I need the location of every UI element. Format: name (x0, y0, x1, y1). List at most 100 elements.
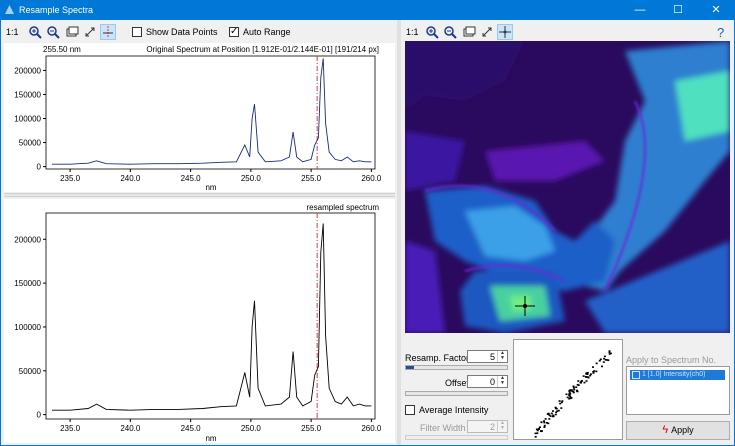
resampled-spectrum-chart[interactable]: resampled spectrum nm 235.0 240.0 245.0 250… (4, 199, 395, 443)
x-tick-label: 255.0 (301, 174, 322, 183)
scatter-point (598, 359, 601, 362)
scatter-point (583, 381, 586, 384)
fit-expand-icon[interactable] (82, 24, 98, 40)
scatter-point (595, 362, 598, 365)
show-data-points-box[interactable] (132, 27, 142, 37)
filter-width-stepper-icon[interactable]: ▲ ▼ (497, 421, 507, 432)
x-tick-label: 235.0 (60, 174, 81, 183)
resamp-factor-slider[interactable] (405, 365, 508, 370)
original-spectrum-plot[interactable]: 255.50 nm Original Spectrum at Position … (4, 43, 395, 192)
resamp-factor-spinbox[interactable]: 5 ▲ ▼ (467, 350, 508, 363)
apply-button[interactable]: ϟ Apply (626, 421, 730, 440)
scatter-point (589, 374, 592, 377)
minimize-button[interactable]: — (621, 0, 659, 20)
spectrum-item-label: 1 [1.0] Intensity(ch0) (642, 371, 706, 378)
scatter-point (560, 401, 563, 404)
apply-to-spectrum-label: Apply to Spectrum No. (626, 355, 717, 365)
apply-button-label: Apply (671, 425, 694, 435)
y-tick-label: 200000 (14, 66, 41, 75)
filter-width-label: Filter Width (420, 423, 466, 433)
marker-tool-icon[interactable] (100, 24, 116, 40)
scatter-point (536, 432, 539, 434)
scatter-point (543, 421, 546, 424)
bottom-plot-title: resampled spectrum (307, 203, 380, 212)
resamp-factor-stepper-icon[interactable]: ▲ ▼ (497, 351, 507, 362)
average-intensity-label: Average Intensity (419, 405, 489, 415)
scatter-point (560, 407, 563, 409)
resamp-factor-label: Resamp. Factor (405, 353, 470, 363)
crosshair-tool-icon[interactable] (497, 24, 513, 40)
filter-width-slider[interactable] (405, 435, 508, 440)
intensity-image[interactable] (405, 41, 730, 333)
spectrum-series-line (52, 58, 372, 165)
help-icon[interactable]: ? (717, 25, 724, 40)
x-tick-label: 245.0 (181, 424, 202, 433)
scatter-point (538, 427, 540, 430)
spectrum-list[interactable]: 1 [1.0] Intensity(ch0) (626, 366, 730, 415)
left-toolbar: 1:1 Show Data Points Auto Range (0, 24, 397, 42)
zoom-in-icon[interactable] (27, 24, 43, 40)
scatter-point (549, 415, 552, 417)
app-icon (5, 5, 14, 14)
scatter-point (534, 436, 537, 438)
image-fit-expand-icon[interactable] (479, 24, 495, 40)
top-x-axis-label: nm (205, 183, 216, 192)
window-title: Resample Spectra (19, 5, 94, 15)
scatter-point (552, 410, 554, 412)
horizontal-splitter[interactable] (4, 193, 395, 197)
scatter-point (582, 375, 585, 377)
auto-range-label: Auto Range (243, 27, 291, 37)
scatter-point (576, 390, 579, 393)
scale-one-to-one-button[interactable]: 1:1 (6, 27, 19, 37)
zoom-out-icon[interactable] (45, 24, 61, 40)
y-tick-label: 0 (37, 411, 42, 420)
x-tick-label: 255.0 (301, 424, 322, 433)
image-zoom-out-icon[interactable] (442, 24, 458, 40)
spectrum-item-checkbox[interactable] (632, 371, 640, 379)
scatter-point (573, 388, 576, 391)
copy-view-icon[interactable] (64, 24, 80, 40)
x-tick-label: 260.0 (361, 424, 382, 433)
scatter-point (539, 426, 541, 428)
resampled-spectrum-plot[interactable]: resampled spectrum nm 235.0 240.0 245.0 250… (4, 199, 395, 443)
scatter-point (575, 386, 578, 388)
spectrum-series-line (52, 223, 372, 411)
spectrum-list-item[interactable]: 1 [1.0] Intensity(ch0) (630, 370, 725, 380)
offset-slider[interactable] (405, 391, 508, 396)
scatter-point (548, 418, 551, 420)
image-copy-view-icon[interactable] (461, 24, 477, 40)
scatter-point (608, 353, 611, 355)
image-zoom-in-icon[interactable] (424, 24, 440, 40)
position-readout: 255.50 nm (43, 45, 81, 54)
scatter-point (572, 386, 575, 389)
offset-stepper-icon[interactable]: ▲ ▼ (497, 376, 507, 387)
scatter-point (568, 393, 571, 395)
maximize-button[interactable]: ☐ (659, 0, 697, 20)
vertical-splitter[interactable] (397, 20, 401, 446)
close-button[interactable]: ✕ (697, 0, 735, 20)
image-scale-one-to-one-button[interactable]: 1:1 (406, 27, 419, 37)
lightning-icon: ϟ (662, 424, 669, 436)
resamp-factor-value: 5 (489, 352, 495, 362)
scatter-point (585, 380, 588, 382)
scatter-point (543, 424, 546, 427)
right-toolbar: 1:1 ? (401, 24, 735, 42)
average-intensity-box[interactable] (405, 405, 415, 415)
scatter-point (536, 429, 539, 432)
auto-range-box[interactable] (229, 26, 239, 37)
scatter-point (592, 372, 595, 374)
bottom-x-axis-label: nm (205, 434, 216, 443)
scatter-point (586, 371, 589, 374)
y-tick-label: 100000 (14, 115, 41, 124)
scatter-points (534, 350, 612, 438)
scatter-point (587, 376, 590, 379)
window-titlebar[interactable]: Resample Spectra — ☐ ✕ (0, 0, 735, 20)
scatter-point (543, 420, 545, 422)
intensity-map-picture[interactable] (405, 41, 730, 333)
resamp-factor-slider-fill (406, 366, 415, 369)
scatter-point (572, 385, 575, 388)
x-tick-label: 235.0 (60, 424, 81, 433)
filter-width-spinbox[interactable]: 2 ▲ ▼ (467, 420, 508, 433)
original-spectrum-chart[interactable]: 255.50 nm Original Spectrum at Position … (4, 43, 395, 192)
offset-spinbox[interactable]: 0 ▲ ▼ (467, 375, 508, 388)
